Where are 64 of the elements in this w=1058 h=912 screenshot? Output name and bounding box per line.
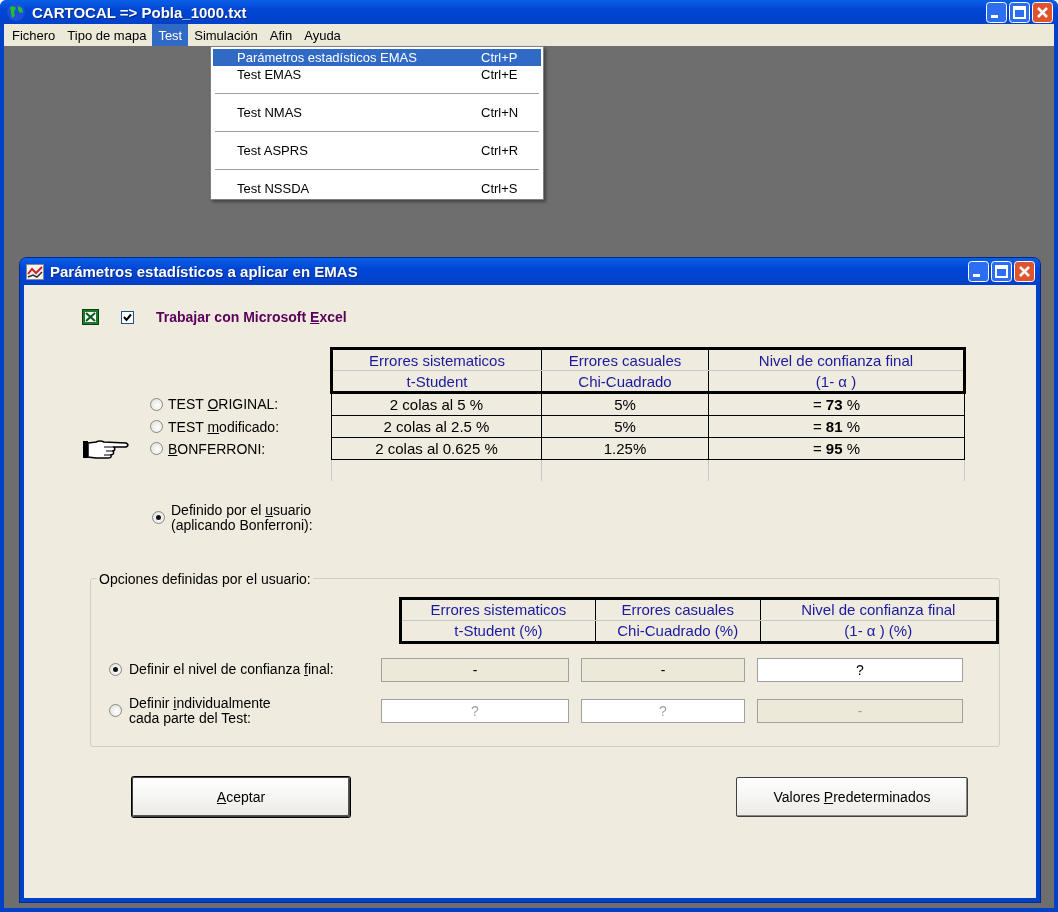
group-title: Opciones definidas por el usuario: xyxy=(98,570,312,587)
maximize-icon[interactable] xyxy=(1009,1,1030,23)
radio-button[interactable] xyxy=(150,397,163,411)
column-header: Nivel de confianza final xyxy=(708,348,965,371)
table-cell: 2 colas al 2.5 % xyxy=(331,415,542,438)
menu-item[interactable]: Ayuda xyxy=(298,24,347,46)
radio-button[interactable] xyxy=(152,510,165,524)
table-cell: 1.25% xyxy=(541,437,709,460)
menu-item[interactable]: Afin xyxy=(263,24,299,46)
column-header: t-Student (%) xyxy=(400,620,596,642)
column-header: Errores sistematicos xyxy=(331,348,542,371)
option-label: Definido por el usuario (aplicando Bonferroni): xyxy=(171,502,313,533)
chart-icon xyxy=(26,263,44,280)
input-field[interactable]: ? xyxy=(757,657,963,682)
radio-button[interactable] xyxy=(109,663,122,676)
menu-item[interactable]: Parámetros estadísticos EMAS Ctrl+P xyxy=(213,49,541,66)
menu-item[interactable]: Fichero xyxy=(6,24,62,46)
menu-item[interactable]: Test NMAS Ctrl+N xyxy=(213,104,541,121)
table-cell: 2 colas al 5 % xyxy=(331,392,542,416)
table-cell: = 73 % xyxy=(708,392,965,416)
window-title: CARTOCAL => Pobla_1000.txt xyxy=(32,3,248,21)
push-button[interactable]: Valores Predeterminados xyxy=(736,776,968,817)
table-cell: = 95 % xyxy=(708,437,965,460)
option-label: Definir el nivel de confianza final: xyxy=(129,662,334,677)
menu-item[interactable]: Test EMAS Ctrl+E xyxy=(213,66,541,83)
checkbox-label: Trabajar con Microsoft Excel xyxy=(156,309,347,325)
minimize-icon[interactable] xyxy=(968,261,989,282)
option-label: TEST modificado: xyxy=(168,418,280,435)
option-label: BONFERRONI: xyxy=(168,440,266,457)
input-field[interactable]: - xyxy=(581,657,745,682)
column-header: Nivel de confianza final xyxy=(760,598,998,620)
maximize-icon[interactable] xyxy=(991,261,1012,282)
table-cell: 2 colas al 0.625 % xyxy=(331,437,542,460)
column-header: Chi-Cuadrado xyxy=(541,370,709,393)
menu-item[interactable]: Tipo de mapa xyxy=(61,24,153,46)
window-title: Parámetros estadísticos a aplicar en EMAS xyxy=(50,263,359,280)
table-cell: 5% xyxy=(541,392,709,416)
close-icon[interactable] xyxy=(1032,1,1053,23)
column-header: t-Student xyxy=(331,370,542,393)
menu-item[interactable]: Test xyxy=(152,24,189,46)
table-cell: 5% xyxy=(541,415,709,438)
option-label: Definir individualmente cada parte del Test: xyxy=(129,695,271,726)
column-header: (1- α ) xyxy=(708,370,965,393)
column-header: (1- α ) (%) xyxy=(760,620,998,642)
pointing-hand-icon xyxy=(82,437,132,460)
menu-item[interactable]: Test NSSDA Ctrl+S xyxy=(213,180,541,197)
minimize-icon[interactable] xyxy=(986,1,1007,23)
table-cell: = 81 % xyxy=(708,415,965,438)
menu-item[interactable]: Test ASPRS Ctrl+R xyxy=(213,142,541,159)
globe-icon xyxy=(6,2,26,22)
option-label: TEST ORIGINAL: xyxy=(168,396,279,412)
column-header: Errores sistematicos xyxy=(400,598,596,620)
close-icon[interactable] xyxy=(1014,261,1035,282)
radio-button[interactable] xyxy=(150,420,163,433)
spreadsheet-icon xyxy=(82,309,99,325)
radio-button[interactable] xyxy=(150,442,163,455)
column-header: Errores casuales xyxy=(595,598,761,620)
checkbox[interactable] xyxy=(121,310,134,324)
input-field[interactable]: - xyxy=(381,657,569,682)
radio-button[interactable] xyxy=(109,704,122,717)
menu-item[interactable]: Simulación xyxy=(188,24,264,46)
column-header: Errores casuales xyxy=(541,348,709,371)
column-header: Chi-Cuadrado (%) xyxy=(595,620,761,642)
push-button[interactable]: Aceptar xyxy=(132,776,350,817)
